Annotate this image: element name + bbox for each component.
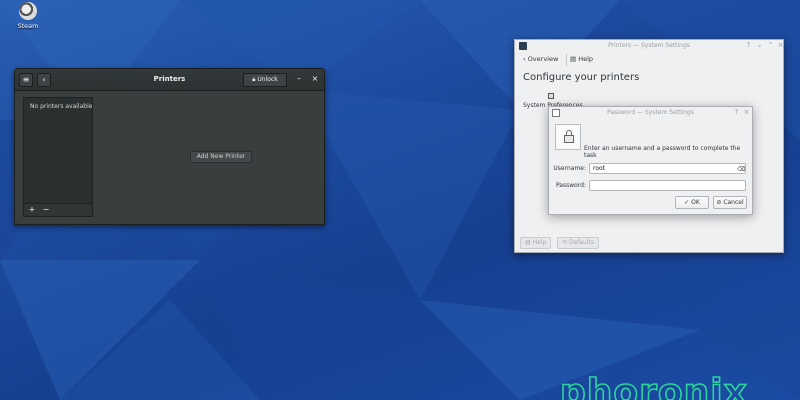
watermark-text: phoronix — [560, 374, 748, 400]
help-label: Help — [578, 55, 594, 63]
password-label: Password: — [555, 182, 586, 189]
footer-help-button[interactable]: ▤ Help — [520, 237, 552, 249]
phoronix-watermark: phoronix — [560, 374, 748, 400]
username-label: Username: — [553, 165, 586, 172]
minimize-icon[interactable]: ⌄ — [755, 41, 764, 50]
unlock-label: Unlock — [257, 76, 278, 83]
username-input[interactable] — [589, 163, 746, 174]
help-question-icon[interactable]: ? — [744, 41, 753, 50]
page-heading: Configure your printers — [523, 72, 640, 83]
back-arrow-icon: ‹ — [42, 75, 46, 84]
close-icon[interactable]: × — [742, 108, 751, 117]
printer-list[interactable]: No printers available + − — [23, 97, 93, 217]
system-settings-toolbar: ‹ Overview ▤ Help — [515, 52, 783, 68]
checkmark-icon: ✓ — [684, 199, 690, 206]
printer-list-toolbar: + − — [24, 203, 92, 216]
window-title: Printers — System Settings — [608, 42, 690, 49]
close-icon[interactable]: × — [776, 41, 785, 50]
padlock-icon — [555, 124, 581, 150]
steam-icon — [19, 2, 37, 20]
preferences-icon[interactable] — [548, 93, 554, 99]
defaults-icon: ⟲ — [562, 239, 568, 246]
cancel-label: Cancel — [723, 199, 744, 206]
help-question-icon[interactable]: ? — [732, 108, 741, 117]
minimize-icon: – — [297, 74, 301, 83]
remove-printer-icon-button[interactable]: − — [40, 204, 52, 216]
lock-icon: 🔒︎ — [252, 76, 256, 83]
help-book-icon: ▤ — [570, 55, 577, 63]
password-dialog: Password — System Settings ? × Enter an … — [548, 106, 753, 215]
system-settings-titlebar: Printers — System Settings ? ⌄ ⌃ × — [515, 40, 783, 52]
overview-label: Overview — [527, 55, 559, 63]
cancel-button[interactable]: ⊘ Cancel — [713, 196, 747, 209]
add-new-printer-button[interactable]: Add New Printer — [190, 151, 252, 163]
minimize-button[interactable]: – — [293, 73, 305, 87]
back-button[interactable]: ‹ — [37, 73, 51, 87]
chevron-left-icon: ‹ — [523, 55, 526, 63]
defaults-label: Defaults — [568, 239, 595, 246]
maximize-icon[interactable]: ⌃ — [766, 41, 775, 50]
cancel-icon: ⊘ — [716, 199, 722, 206]
menu-button[interactable]: ≡ — [19, 73, 33, 87]
overview-button[interactable]: ‹ Overview — [523, 55, 558, 63]
help-button[interactable]: ▤ Help — [570, 55, 593, 63]
help-icon: ▤ — [525, 239, 531, 246]
close-icon: × — [311, 74, 319, 83]
toolbar-separator — [566, 54, 567, 66]
dialog-title: Password — System Settings — [607, 109, 694, 116]
password-input[interactable] — [589, 180, 746, 191]
defaults-button[interactable]: ⟲ Defaults — [557, 237, 600, 249]
desktop-icon-steam[interactable]: Steam — [10, 2, 46, 30]
ok-label: OK — [691, 199, 700, 206]
hamburger-icon: ≡ — [22, 75, 30, 84]
printers-window: ≡ ‹ Printers 🔒︎ Unlock – × No printers a… — [14, 68, 325, 225]
dialog-message: Enter an username and a password to comp… — [584, 145, 741, 159]
desktop-icon-label: Steam — [17, 22, 39, 30]
no-printers-text: No printers available — [30, 103, 92, 110]
unlock-button[interactable]: 🔒︎ Unlock — [243, 73, 287, 87]
clear-text-icon[interactable]: ⌫ — [737, 166, 745, 173]
printers-headerbar: ≡ ‹ Printers 🔒︎ Unlock – × — [15, 69, 324, 91]
ok-button[interactable]: ✓ OK — [675, 196, 709, 209]
close-button[interactable]: × — [309, 73, 321, 87]
add-printer-icon-button[interactable]: + — [26, 204, 38, 216]
footer-help-label: Help — [532, 239, 547, 246]
